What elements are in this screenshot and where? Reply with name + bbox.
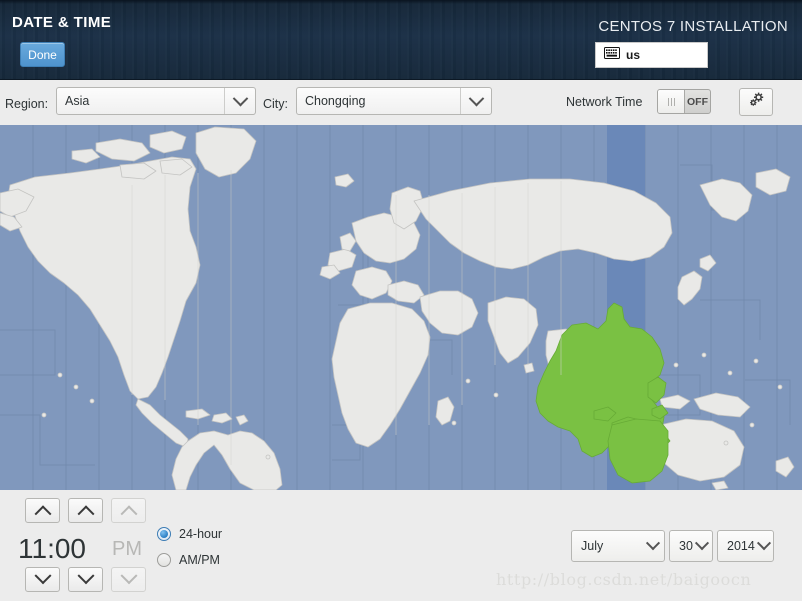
chevron-down-icon [693, 536, 712, 551]
date-time-screen: DATE & TIME Done CENTOS 7 INSTALLATION u… [0, 0, 802, 601]
chevron-down-icon [460, 88, 491, 114]
keyboard-icon [604, 46, 620, 64]
hour-decrement-button[interactable] [25, 566, 60, 592]
product-title: CENTOS 7 INSTALLATION [598, 18, 788, 35]
year-select[interactable]: 2014 [717, 530, 774, 562]
meridiem-display: PM [112, 538, 142, 560]
meridiem-increment-button [111, 498, 146, 523]
installer-header: DATE & TIME Done CENTOS 7 INSTALLATION u… [0, 0, 802, 80]
meridiem-decrement-button [111, 566, 146, 592]
chevron-down-icon [642, 536, 664, 551]
timezone-map[interactable] [0, 125, 802, 490]
keyboard-layout-indicator[interactable]: us [595, 42, 708, 68]
page-title: DATE & TIME [12, 14, 112, 31]
chevron-down-icon [77, 566, 94, 584]
chevron-up-icon [77, 504, 94, 522]
done-button[interactable]: Done [20, 42, 65, 67]
month-select[interactable]: July [571, 530, 665, 562]
region-value: Asia [65, 94, 90, 108]
minute-decrement-button[interactable] [68, 566, 103, 592]
city-label: City: [263, 97, 288, 111]
radio-am-pm[interactable]: AM/PM [157, 553, 220, 567]
city-value: Chongqing [305, 94, 366, 108]
region-label: Region: [5, 97, 49, 111]
world-map-svg [0, 125, 802, 490]
chevron-down-icon [120, 566, 137, 584]
day-select[interactable]: 30 [669, 530, 713, 562]
network-time-settings-button[interactable] [739, 88, 773, 116]
toggle-knob [658, 90, 685, 113]
gear-icon [747, 90, 766, 114]
radio-24-hour[interactable]: 24-hour [157, 527, 222, 541]
network-time-state: OFF [687, 95, 708, 108]
year-value: 2014 [727, 539, 755, 553]
month-value: July [581, 539, 604, 553]
radio-indicator [157, 527, 171, 541]
chevron-down-icon [755, 536, 773, 551]
time-display: 11:00 [18, 533, 86, 564]
chevron-up-icon [34, 504, 51, 522]
radio-24-hour-label: 24-hour [179, 527, 223, 541]
keyboard-layout-label: us [626, 48, 641, 62]
city-select[interactable]: Chongqing [296, 87, 492, 115]
network-time-toggle[interactable]: OFF [657, 89, 711, 114]
region-select[interactable]: Asia [56, 87, 256, 115]
day-value: 30 [679, 539, 693, 553]
radio-indicator [157, 553, 171, 567]
hour-increment-button[interactable] [25, 498, 60, 523]
chevron-up-icon [120, 504, 137, 522]
chevron-down-icon [224, 88, 255, 114]
chevron-down-icon [34, 566, 51, 584]
minute-increment-button[interactable] [68, 498, 103, 523]
radio-am-pm-label: AM/PM [179, 553, 220, 567]
network-time-label: Network Time [566, 95, 643, 109]
